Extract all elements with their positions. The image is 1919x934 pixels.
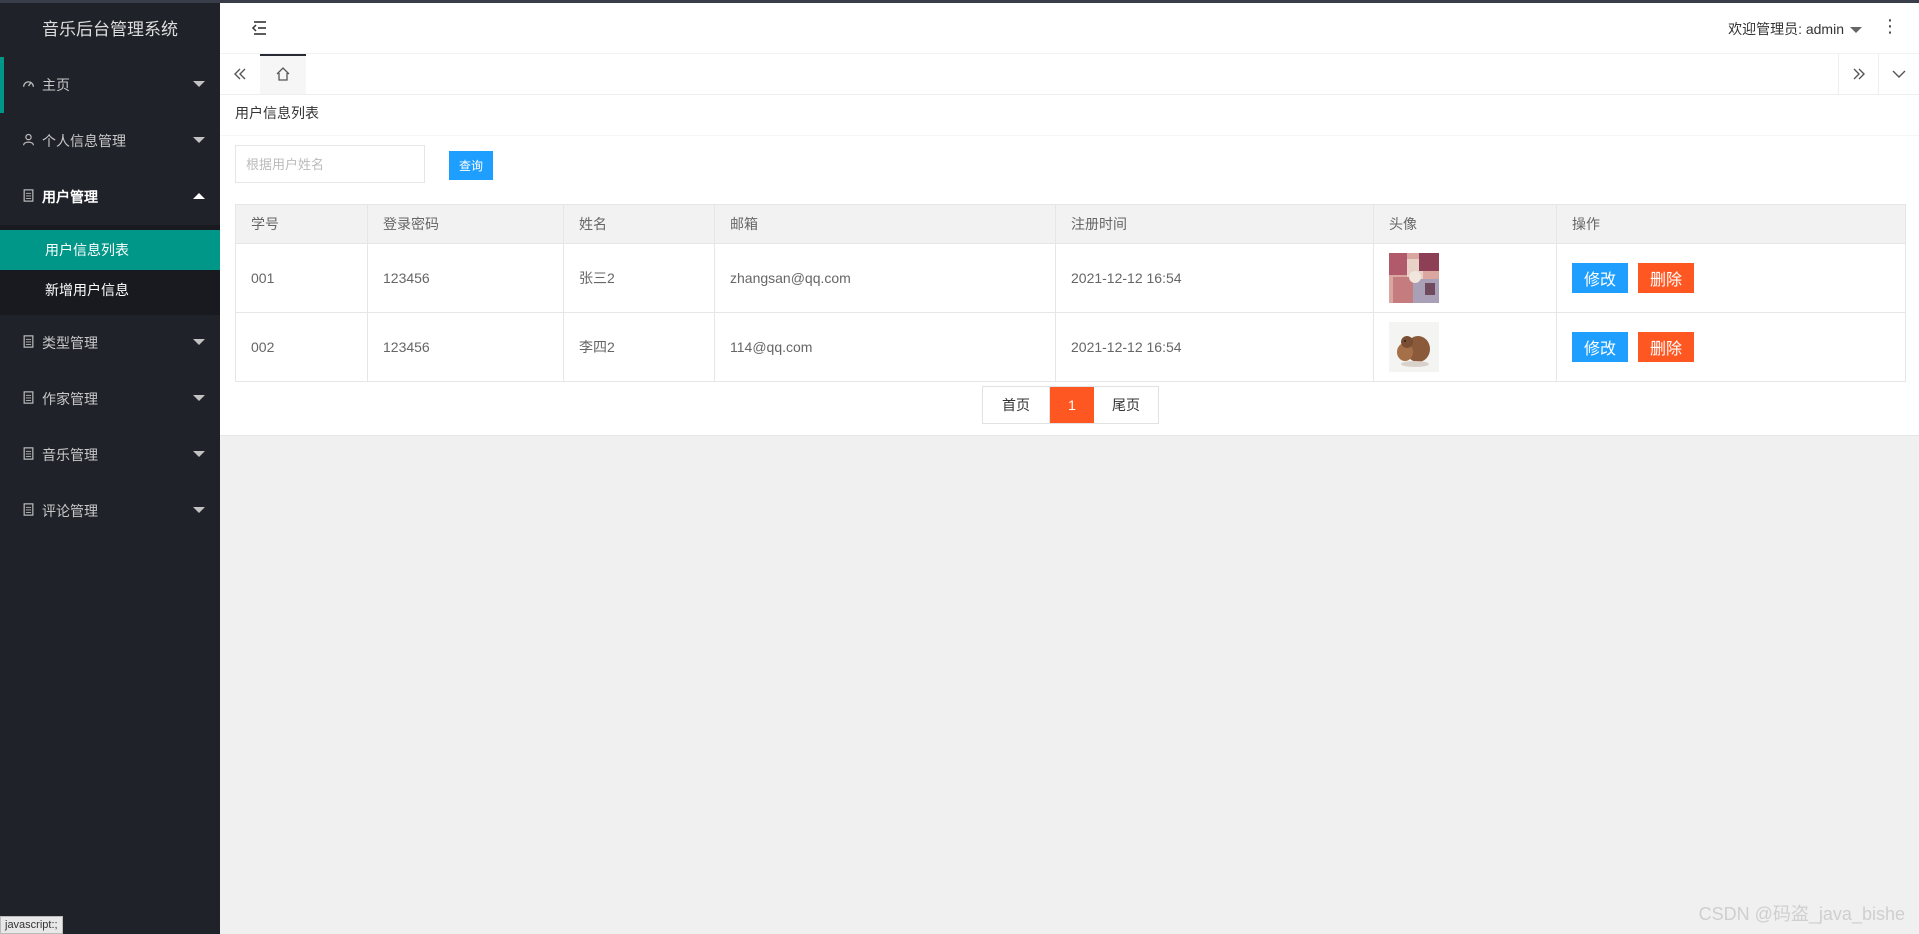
chevron-down-icon <box>193 137 205 143</box>
scroll-left-icon[interactable] <box>220 54 261 94</box>
sidebar-item-label: 类型管理 <box>42 335 98 351</box>
chevron-down-icon <box>193 395 205 401</box>
cell-avatar <box>1373 243 1557 313</box>
pagination: 首页 1 尾页 <box>982 386 1159 424</box>
sidebar-item-label: 音乐管理 <box>42 447 98 463</box>
tab-home[interactable] <box>260 54 306 94</box>
cell-time: 2021-12-12 16:54 <box>1055 243 1374 313</box>
sidebar-item-comments[interactable]: 评论管理 <box>0 483 220 539</box>
sidebar-item-users[interactable]: 用户管理 <box>0 169 220 225</box>
admin-user-menu[interactable]: 欢迎管理员: admin <box>1728 19 1862 39</box>
sidebar-subitem-add-user[interactable]: 新增用户信息 <box>0 270 220 310</box>
column-header: 邮箱 <box>714 204 1056 244</box>
chevron-down-icon <box>193 507 205 513</box>
cell-actions: 修改 删除 <box>1556 312 1906 382</box>
search-input[interactable] <box>235 145 425 183</box>
avatar <box>1389 253 1439 303</box>
top-header: 欢迎管理员: admin ⋮ <box>220 3 1919 54</box>
cell-email: zhangsan@qq.com <box>714 243 1056 313</box>
menu-toggle-icon[interactable] <box>250 19 268 37</box>
file-icon <box>20 428 36 484</box>
welcome-text: 欢迎管理员: admin <box>1728 21 1844 37</box>
dashboard-icon <box>20 58 36 114</box>
table-row: 001 123456 张三2 zhangsan@qq.com 2021-12-1… <box>235 243 1906 313</box>
sidebar-item-authors[interactable]: 作家管理 <box>0 371 220 427</box>
top-border <box>0 0 1919 3</box>
search-button[interactable]: 查询 <box>449 151 493 180</box>
file-icon <box>20 372 36 428</box>
content-panel: 用户信息列表 查询 学号 登录密码 姓名 邮箱 注册时间 头像 操作 001 1… <box>220 95 1919 436</box>
sidebar: 音乐后台管理系统 主页 个人信息管理 用户管理 用户信息列表 新增用户信息 类型… <box>0 0 220 934</box>
column-header: 头像 <box>1373 204 1557 244</box>
app-title: 音乐后台管理系统 <box>42 20 178 39</box>
cell-name: 张三2 <box>563 243 715 313</box>
chevron-down-icon <box>193 339 205 345</box>
table-row: 002 123456 李四2 114@qq.com 2021-12-12 16:… <box>235 312 1906 382</box>
user-icon <box>20 114 36 170</box>
sidebar-item-types[interactable]: 类型管理 <box>0 315 220 371</box>
chevron-up-icon <box>193 193 205 199</box>
sidebar-item-label: 作家管理 <box>42 391 98 407</box>
cell-id: 002 <box>235 312 368 382</box>
column-header: 学号 <box>235 204 368 244</box>
sidebar-item-profile[interactable]: 个人信息管理 <box>0 113 220 169</box>
sidebar-item-label: 用户管理 <box>42 189 98 205</box>
more-vertical-icon[interactable]: ⋮ <box>1881 16 1899 36</box>
sidebar-subitem-user-list[interactable]: 用户信息列表 <box>0 230 220 270</box>
cell-avatar <box>1373 312 1557 382</box>
watermark: CSDN @码盗_java_bishe <box>1698 904 1905 924</box>
cell-time: 2021-12-12 16:54 <box>1055 312 1374 382</box>
scroll-right-icon[interactable] <box>1838 54 1879 94</box>
status-bar-url: javascript:; <box>0 916 63 934</box>
sidebar-item-label: 主页 <box>42 77 70 93</box>
current-page-button[interactable]: 1 <box>1050 387 1094 423</box>
column-header: 操作 <box>1556 204 1906 244</box>
page-title: 用户信息列表 <box>220 95 1919 136</box>
sidebar-item-label: 个人信息管理 <box>42 133 126 149</box>
tabs-dropdown-icon[interactable] <box>1878 54 1919 94</box>
column-header: 姓名 <box>563 204 715 244</box>
first-page-button[interactable]: 首页 <box>983 387 1050 423</box>
sidebar-item-label: 评论管理 <box>42 503 98 519</box>
table-header-row: 学号 登录密码 姓名 邮箱 注册时间 头像 操作 <box>235 204 1906 244</box>
tabs-bar <box>220 54 1919 95</box>
caret-down-icon <box>1850 27 1862 34</box>
file-icon <box>20 484 36 540</box>
file-icon <box>20 170 36 226</box>
home-icon <box>276 67 290 81</box>
chevron-down-icon <box>193 451 205 457</box>
chevron-down-icon <box>193 81 205 87</box>
column-header: 登录密码 <box>367 204 564 244</box>
column-header: 注册时间 <box>1055 204 1374 244</box>
edit-button[interactable]: 修改 <box>1572 263 1628 293</box>
last-page-button[interactable]: 尾页 <box>1094 387 1158 423</box>
delete-button[interactable]: 删除 <box>1638 263 1694 293</box>
file-icon <box>20 316 36 372</box>
cell-password: 123456 <box>367 243 564 313</box>
cell-actions: 修改 删除 <box>1556 243 1906 313</box>
sidebar-item-home[interactable]: 主页 <box>0 57 220 113</box>
delete-button[interactable]: 删除 <box>1638 332 1694 362</box>
users-submenu: 用户信息列表 新增用户信息 <box>0 225 220 315</box>
edit-button[interactable]: 修改 <box>1572 332 1628 362</box>
cell-id: 001 <box>235 243 368 313</box>
user-table: 学号 登录密码 姓名 邮箱 注册时间 头像 操作 001 123456 张三2 … <box>235 204 1906 382</box>
sidebar-item-music[interactable]: 音乐管理 <box>0 427 220 483</box>
cell-email: 114@qq.com <box>714 312 1056 382</box>
cell-name: 李四2 <box>563 312 715 382</box>
cell-password: 123456 <box>367 312 564 382</box>
avatar <box>1389 322 1439 372</box>
